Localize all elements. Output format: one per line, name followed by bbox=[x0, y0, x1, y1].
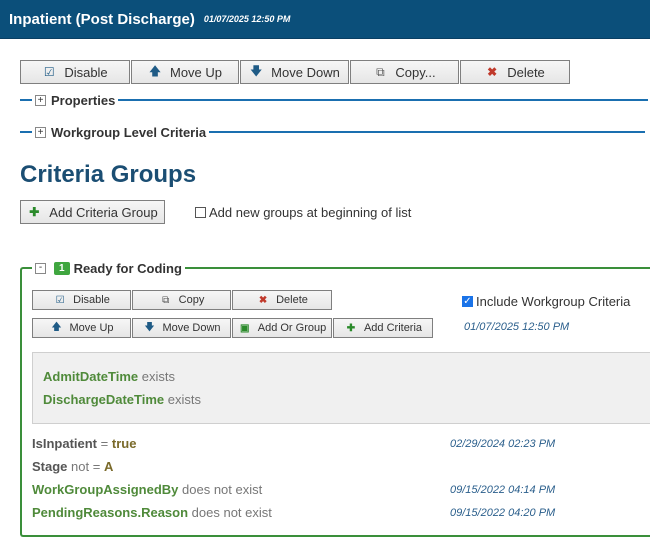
add-at-beginning-checkbox[interactable]: Add new groups at beginning of list bbox=[195, 205, 411, 220]
page-title: Inpatient (Post Discharge) bbox=[9, 10, 195, 28]
group-name: Ready for Coding bbox=[73, 260, 182, 276]
workgroup-level-criteria-label: Workgroup Level Criteria bbox=[51, 124, 207, 140]
collapse-icon[interactable]: - bbox=[35, 262, 46, 274]
criterion-operator: does not exist bbox=[191, 505, 272, 520]
criteria-group-legend: - 1 Ready for Coding bbox=[32, 260, 185, 276]
criteria-groups-heading: Criteria Groups bbox=[20, 161, 197, 188]
criterion-row[interactable]: PendingReasons.Reason does not exist bbox=[32, 505, 272, 520]
criterion-row[interactable]: WorkGroupAssignedBy does not exist bbox=[32, 482, 262, 497]
window-header: Inpatient (Post Discharge) 01/07/2025 12… bbox=[0, 0, 650, 39]
checkbox-unchecked[interactable] bbox=[195, 207, 206, 218]
arrow-down-icon: 🡇 bbox=[250, 63, 263, 78]
plus-icon: ✚ bbox=[29, 205, 40, 219]
criterion-date: 02/29/2024 02:23 PM bbox=[450, 438, 556, 450]
properties-section[interactable]: + Properties bbox=[20, 92, 649, 108]
delete-x-icon: ✖ bbox=[258, 294, 268, 306]
criterion-operator: does not exist bbox=[182, 482, 263, 497]
criterion-field: IsInpatient bbox=[32, 436, 98, 451]
criterion-value: true bbox=[111, 436, 137, 451]
or-group-icon: ▣ bbox=[240, 322, 250, 334]
criterion-field: Stage bbox=[32, 459, 68, 474]
disable-button[interactable]: ☑ Disable bbox=[20, 60, 130, 84]
add-or-group-button[interactable]: ▣ Add Or Group bbox=[232, 318, 332, 338]
checkbox-icon: ☑ bbox=[55, 294, 65, 306]
plus-icon: ✚ bbox=[346, 322, 356, 334]
add-criteria-group-button[interactable]: ✚ Add Criteria Group bbox=[20, 200, 165, 224]
or-criterion[interactable]: DischargeDateTime exists bbox=[43, 392, 201, 407]
criterion-row[interactable]: Stage not = A bbox=[32, 459, 113, 474]
criterion-field: PendingReasons.Reason bbox=[32, 505, 189, 520]
arrow-down-icon: 🡇 bbox=[144, 321, 155, 333]
add-criteria-button[interactable]: ✚ Add Criteria bbox=[333, 318, 433, 338]
criterion-field: DischargeDateTime bbox=[43, 392, 165, 407]
group-move-down-button[interactable]: 🡇 Move Down bbox=[132, 318, 231, 338]
delete-x-icon: ✖ bbox=[487, 65, 498, 79]
expand-icon[interactable]: + bbox=[35, 94, 46, 106]
workgroup-level-criteria-section[interactable]: + Workgroup Level Criteria bbox=[20, 124, 646, 140]
or-criterion[interactable]: AdmitDateTime exists bbox=[43, 369, 175, 384]
or-group-box bbox=[32, 352, 650, 424]
copy-button[interactable]: ⧉ Copy... bbox=[350, 60, 459, 84]
group-delete-button[interactable]: ✖ Delete bbox=[232, 290, 332, 310]
copy-icon: ⧉ bbox=[162, 294, 170, 306]
arrow-up-icon: 🡅 bbox=[51, 321, 62, 333]
criterion-value: A bbox=[103, 459, 114, 474]
copy-icon: ⧉ bbox=[376, 64, 385, 79]
group-copy-button[interactable]: ⧉ Copy bbox=[132, 290, 231, 310]
include-workgroup-checkbox[interactable]: ✓ Include Workgroup Criteria bbox=[462, 294, 630, 309]
move-up-button[interactable]: 🡅 Move Up bbox=[131, 60, 239, 84]
criterion-field: AdmitDateTime bbox=[43, 369, 139, 384]
checkbox-icon: ☑ bbox=[43, 65, 55, 79]
expand-icon[interactable]: + bbox=[35, 126, 46, 138]
group-number-badge: 1 bbox=[54, 261, 70, 275]
group-date: 01/07/2025 12:50 PM bbox=[464, 321, 570, 333]
criterion-date: 09/15/2022 04:20 PM bbox=[450, 507, 556, 519]
criterion-operator: = bbox=[100, 436, 109, 451]
header-date: 01/07/2025 12:50 PM bbox=[203, 14, 291, 24]
group-disable-button[interactable]: ☑ Disable bbox=[32, 290, 131, 310]
properties-label: Properties bbox=[51, 92, 116, 108]
criterion-operator: not = bbox=[71, 459, 101, 474]
criterion-row[interactable]: IsInpatient = true bbox=[32, 436, 136, 451]
criterion-date: 09/15/2022 04:14 PM bbox=[450, 484, 556, 496]
group-move-up-button[interactable]: 🡅 Move Up bbox=[32, 318, 131, 338]
arrow-up-icon: 🡅 bbox=[148, 63, 162, 78]
criterion-field: WorkGroupAssignedBy bbox=[32, 482, 179, 497]
checkbox-checked[interactable]: ✓ bbox=[462, 296, 473, 307]
delete-button[interactable]: ✖ Delete bbox=[460, 60, 570, 84]
criterion-operator: exists bbox=[141, 369, 175, 384]
criterion-operator: exists bbox=[167, 392, 202, 407]
move-down-button[interactable]: 🡇 Move Down bbox=[240, 60, 349, 84]
